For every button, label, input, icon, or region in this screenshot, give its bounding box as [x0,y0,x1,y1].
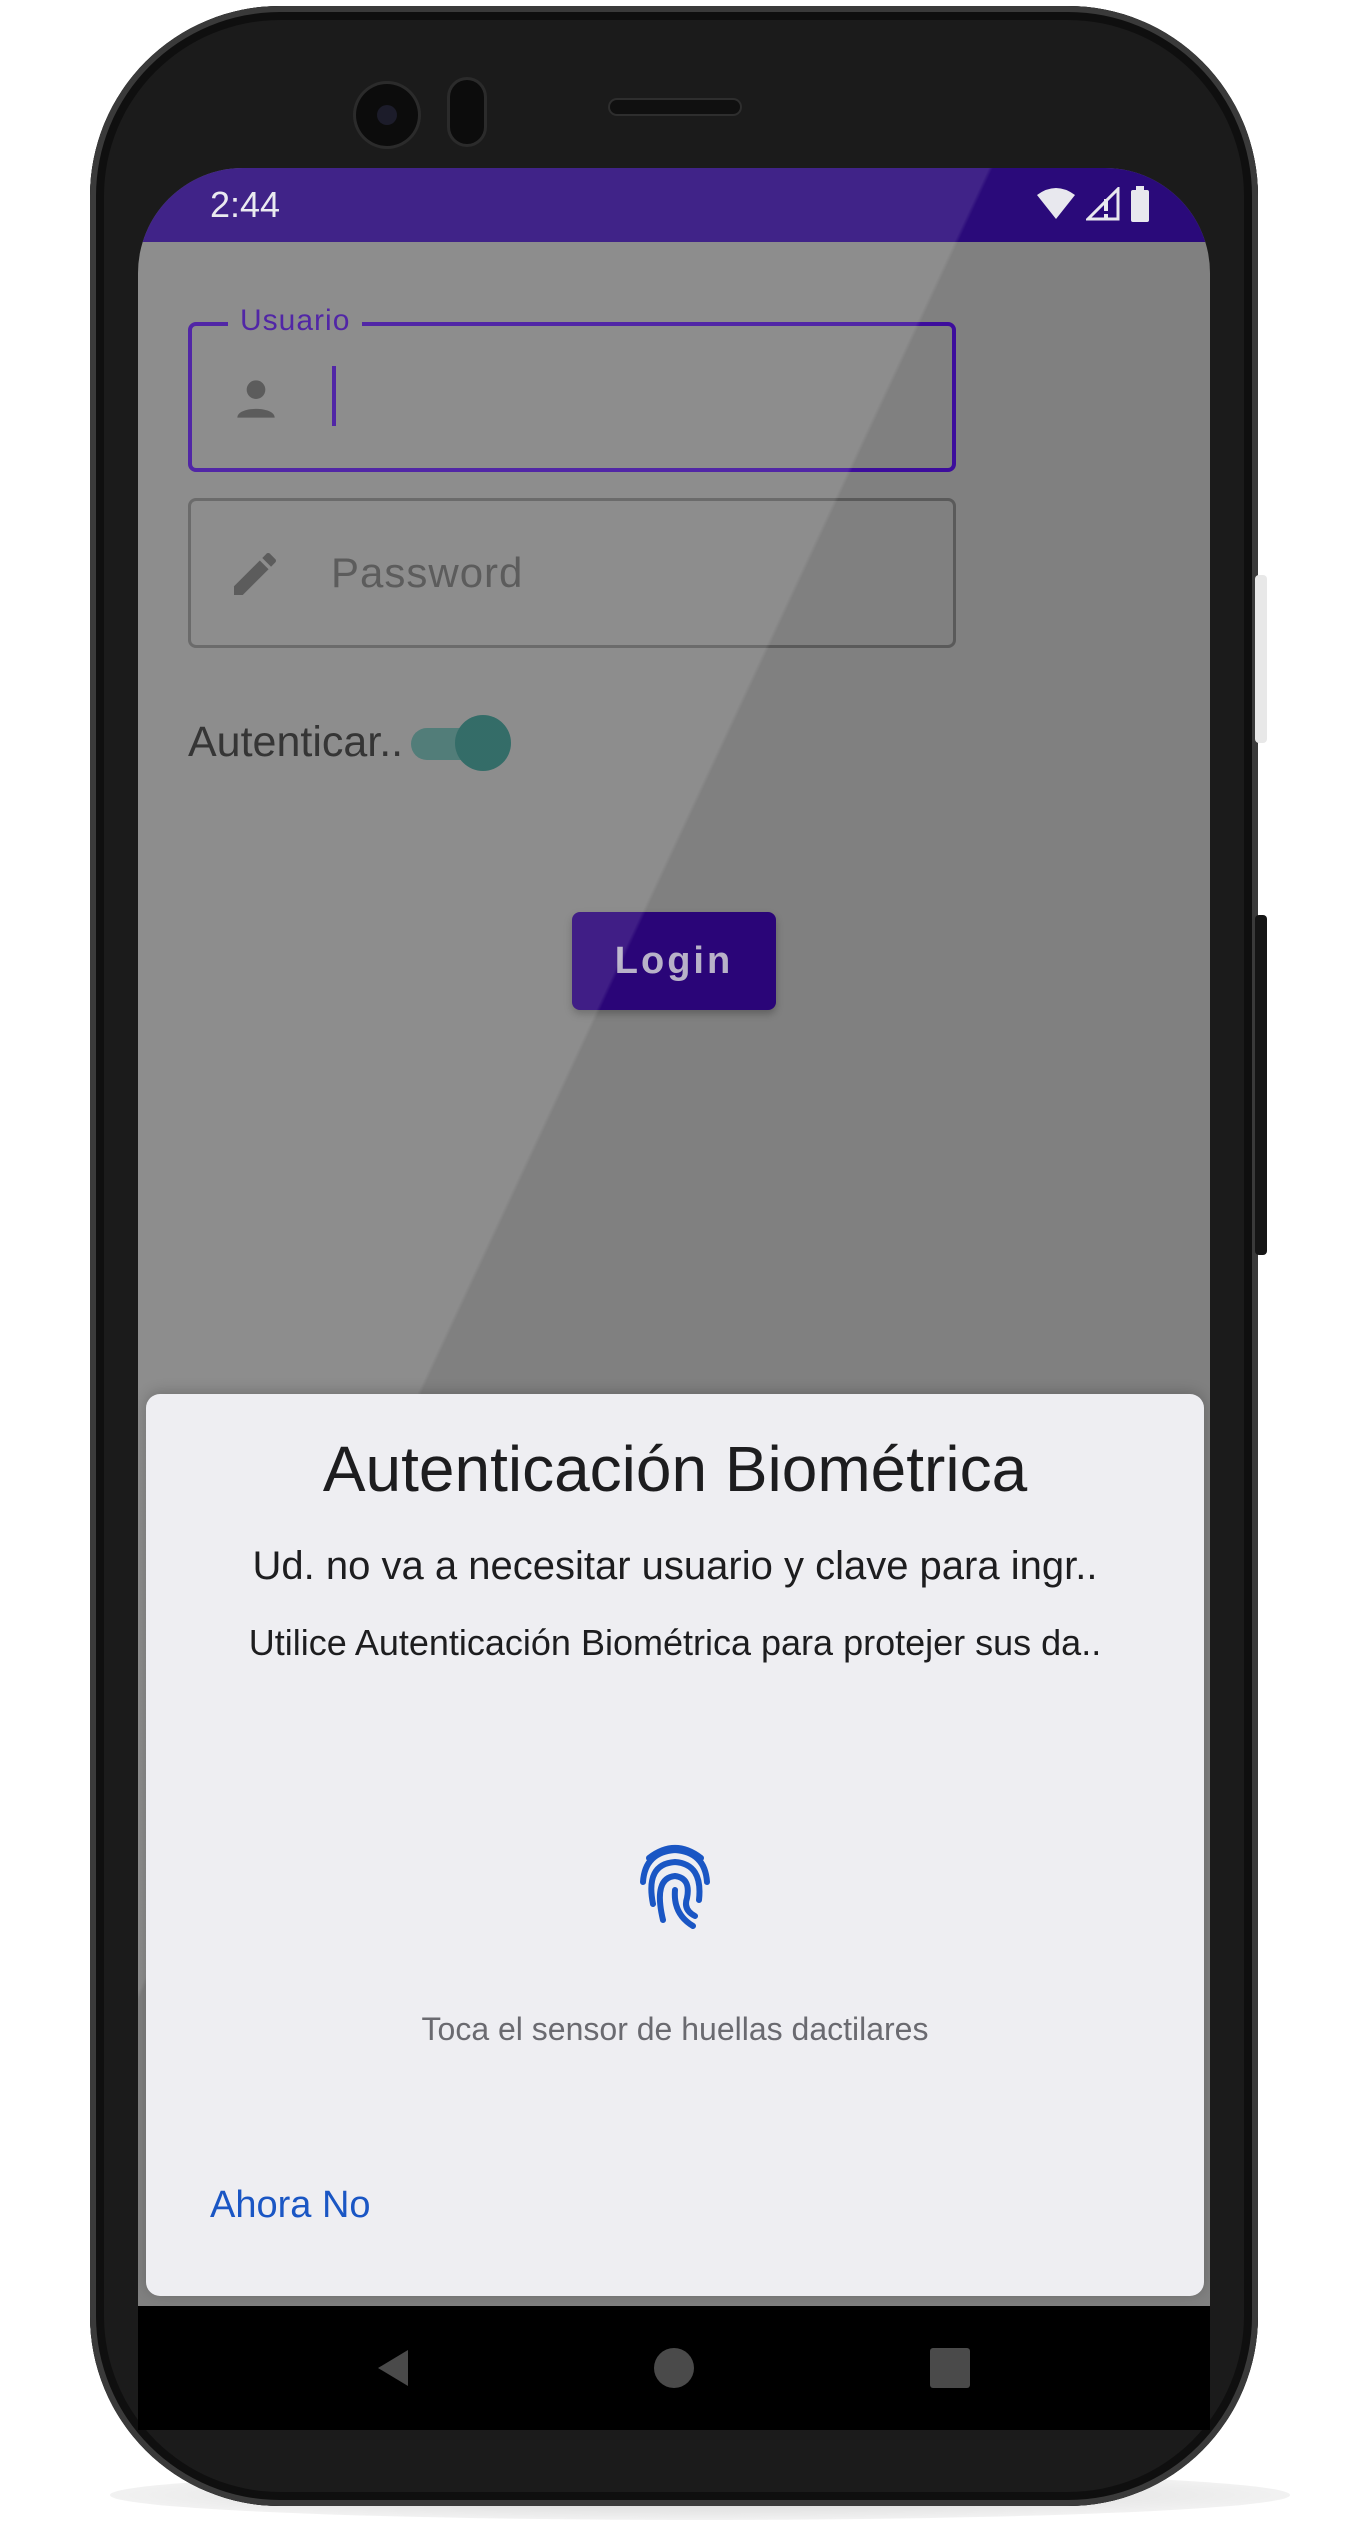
dialog-subtitle: Ud. no va a necesitar usuario y clave pa… [252,1544,1098,1588]
dialog-description: Utilice Autenticación Biométrica para pr… [248,1622,1102,1663]
not-now-button[interactable]: Ahora No [210,2184,371,2227]
navigation-bar [138,2306,1210,2430]
status-time: 2:44 [210,184,281,225]
password-field[interactable]: Password [188,498,956,648]
fingerprint-icon[interactable] [635,1834,715,1934]
earpiece-speaker [610,100,740,114]
biometric-dialog: Autenticación Biométrica Ud. no va a nec… [146,1394,1204,2296]
home-icon[interactable] [646,2340,702,2396]
user-field[interactable]: Usuario [188,304,956,472]
battery-icon [1131,186,1149,222]
proximity-sensor [450,80,484,144]
user-field-label: Usuario [228,304,363,338]
auth-switch-row: Autenticar.. [188,712,512,772]
volume-button [1255,915,1267,1255]
password-placeholder: Password [331,549,524,596]
auth-switch[interactable] [411,712,512,772]
pencil-icon [234,552,277,595]
text-cursor [332,366,336,426]
screen: 2:44 Usuario Password Autenticar.. Login… [138,168,1210,2430]
back-icon[interactable] [366,2340,422,2396]
login-button[interactable]: Login [572,912,776,1010]
status-bar: 2:44 [138,168,1210,242]
switch-thumb [455,715,512,771]
power-button [1255,575,1267,743]
person-icon [237,380,275,418]
auth-switch-label: Autenticar.. [188,717,404,766]
wifi-icon [1037,188,1075,219]
dialog-title: Autenticación Biométrica [322,1433,1028,1505]
status-icons [1036,184,1150,224]
recents-icon[interactable] [922,2340,978,2396]
fingerprint-hint: Toca el sensor de huellas dactilares [421,2011,929,2047]
signal-icon [1086,187,1120,221]
front-camera [356,84,418,146]
